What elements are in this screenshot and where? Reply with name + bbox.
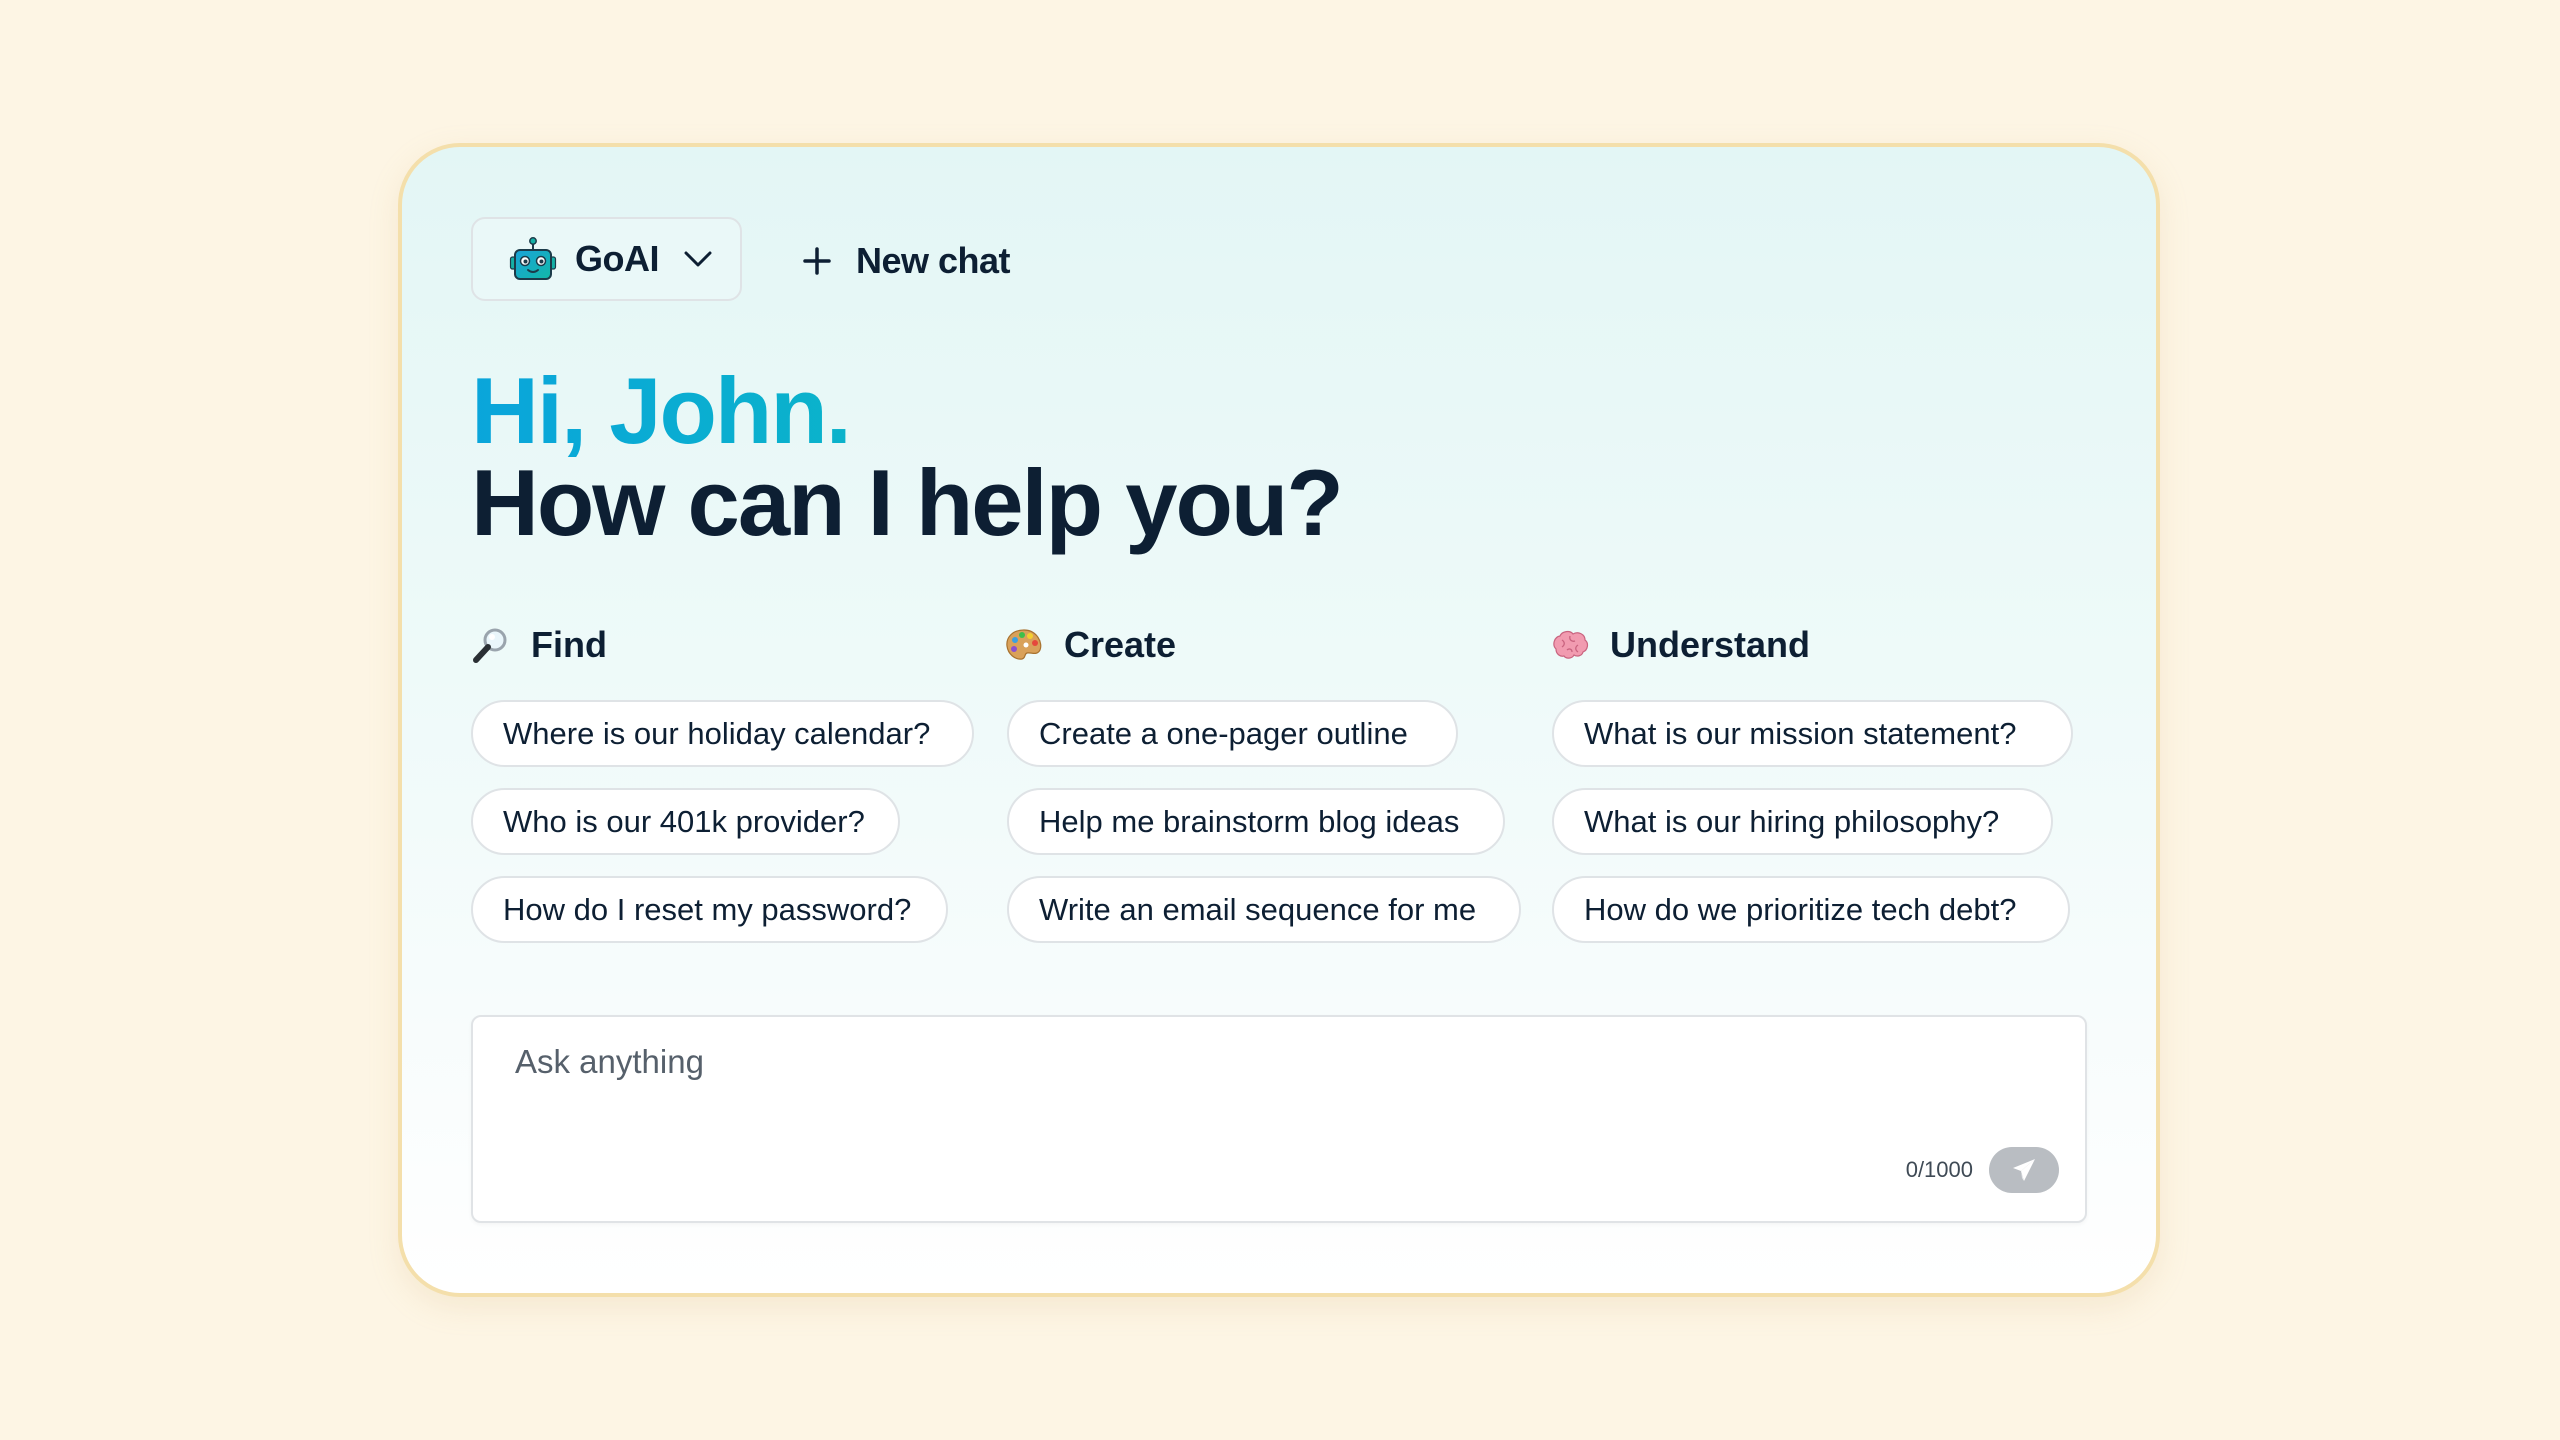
- model-name: GoAI: [575, 238, 660, 279]
- send-button[interactable]: [1989, 1147, 2059, 1193]
- greeting: Hi, John. How can I help you?: [471, 364, 1344, 555]
- robot-icon: [509, 237, 557, 280]
- understand-chip-list: What is our mission statement? What is o…: [1552, 700, 2073, 964]
- magnifying-glass-icon: [471, 625, 511, 665]
- plus-icon: [803, 247, 831, 275]
- chat-card: GoAI New chat Hi, John. How can I help y…: [398, 143, 2160, 1297]
- suggestion-chip[interactable]: Write an email sequence for me: [1007, 876, 1521, 943]
- new-chat-button[interactable]: New chat: [802, 235, 1011, 287]
- suggestion-chip[interactable]: Where is our holiday calendar?: [471, 700, 974, 767]
- section-create-header: Create: [1004, 617, 1176, 673]
- suggestion-chip[interactable]: Create a one-pager outline: [1007, 700, 1458, 767]
- find-chip-list: Where is our holiday calendar? Who is ou…: [471, 700, 974, 964]
- suggestion-chip[interactable]: What is our mission statement?: [1552, 700, 2073, 767]
- ask-input[interactable]: [513, 1041, 1917, 1125]
- chevron-down-icon: [684, 251, 712, 267]
- greeting-hello: Hi, John.: [471, 364, 1342, 458]
- suggestion-chip[interactable]: Help me brainstorm blog ideas: [1007, 788, 1505, 855]
- create-chip-list: Create a one-pager outline Help me brain…: [1007, 700, 1521, 964]
- palette-icon: [1004, 625, 1044, 665]
- suggestion-chip[interactable]: Who is our 401k provider?: [471, 788, 900, 855]
- suggestion-chip[interactable]: How do I reset my password?: [471, 876, 948, 943]
- send-icon: [2013, 1159, 2035, 1181]
- suggestion-chip[interactable]: What is our hiring philosophy?: [1552, 788, 2053, 855]
- character-counter: 0/1000: [1905, 1157, 1973, 1182]
- model-selector-button[interactable]: GoAI: [471, 217, 742, 301]
- section-title: Understand: [1610, 624, 1811, 665]
- section-find-header: Find: [471, 617, 607, 673]
- section-title: Find: [531, 624, 607, 665]
- brain-icon: [1550, 625, 1590, 665]
- new-chat-label: New chat: [856, 240, 1011, 281]
- section-title: Create: [1064, 624, 1177, 665]
- composer: 0/1000: [471, 1015, 2087, 1223]
- greeting-question: How can I help you?: [471, 450, 1344, 555]
- section-understand-header: Understand: [1550, 617, 1810, 673]
- suggestion-chip[interactable]: How do we prioritize tech debt?: [1552, 876, 2070, 943]
